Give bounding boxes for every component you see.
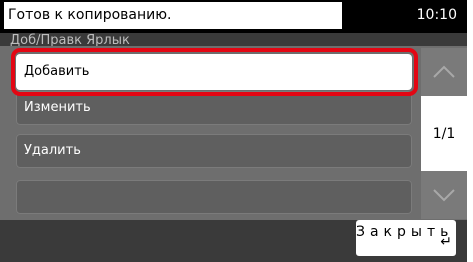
page-indicator: 1/1 — [421, 96, 467, 171]
close-button[interactable]: Закрыть ↵ — [356, 220, 456, 256]
enter-icon: ↵ — [440, 234, 452, 250]
chevron-down-icon — [433, 189, 455, 202]
menu-item-delete[interactable]: Удалить — [16, 134, 412, 168]
device-screen: Готов к копированию. 10:10 Доб/Правк Ярл… — [0, 0, 467, 262]
chevron-up-icon — [433, 65, 455, 78]
menu-item-edit[interactable]: Изменить — [16, 91, 412, 125]
scroll-down-button[interactable] — [421, 171, 467, 219]
status-bar: Готов к копированию. 10:10 — [0, 0, 467, 33]
close-button-label: Закрыть — [356, 224, 454, 240]
menu-item-add[interactable]: Добавить — [16, 54, 412, 90]
status-message: Готов к копированию. — [4, 2, 342, 29]
clock: 10:10 — [416, 7, 457, 23]
menu-item-empty[interactable] — [16, 180, 412, 214]
scroll-up-button[interactable] — [421, 48, 467, 96]
